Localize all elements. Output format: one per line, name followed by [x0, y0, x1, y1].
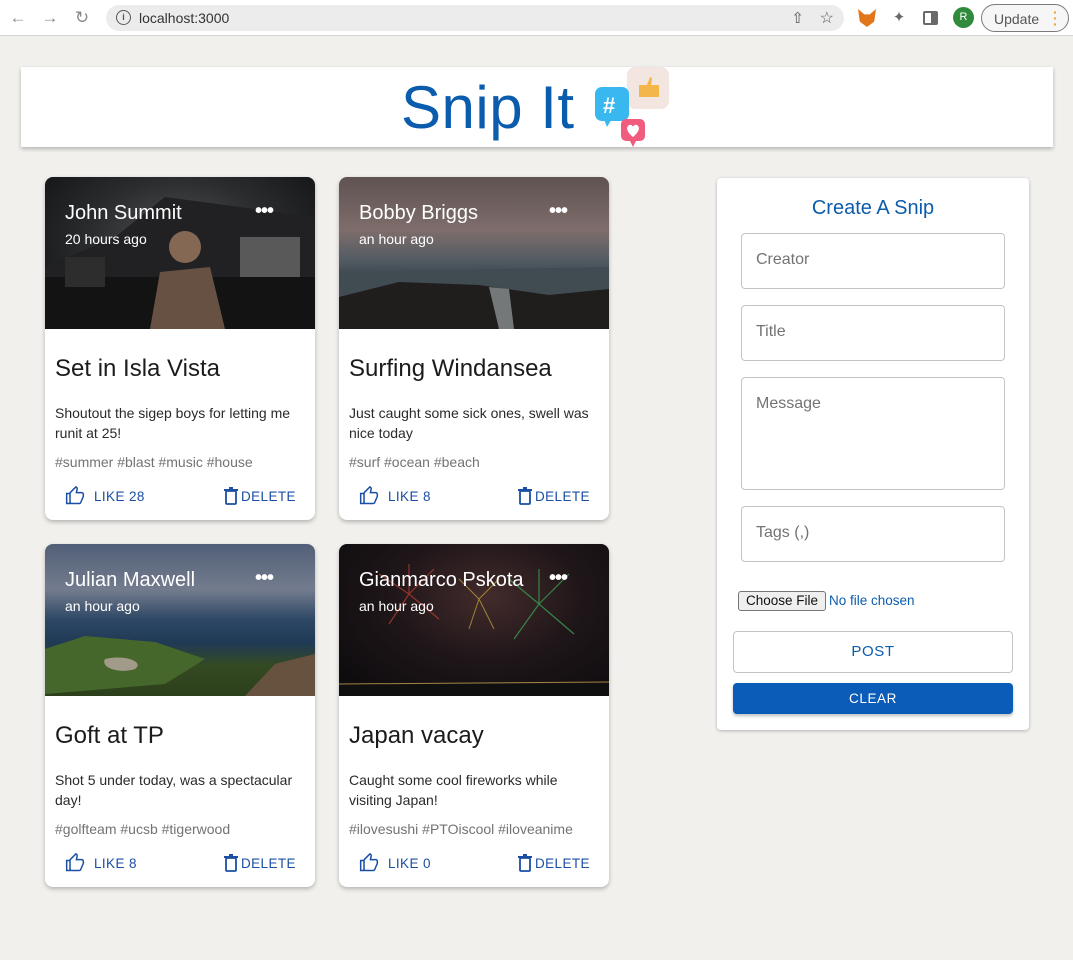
post-creator: John Summit [65, 202, 182, 224]
post-title: Surfing Windansea [349, 355, 552, 382]
trash-icon [518, 487, 532, 505]
trash-icon [518, 854, 532, 872]
form-title: Create A Snip [811, 197, 935, 219]
more-options-icon[interactable]: ••• [255, 201, 274, 221]
delete-label: DELETE [535, 856, 590, 871]
share-icon[interactable]: ⇧ [791, 9, 804, 27]
message-field[interactable]: Message [741, 377, 1005, 490]
post-tags: #golfteam #ucsb #tigerwood [55, 821, 231, 837]
tags-field[interactable]: Tags (,) [741, 506, 1005, 562]
post-time: an hour ago [359, 598, 434, 614]
post-tags: #surf #ocean #beach [349, 454, 480, 470]
message-placeholder: Message [756, 395, 821, 412]
post-image [45, 177, 315, 329]
reload-icon[interactable]: ↻ [72, 8, 92, 28]
post-creator: Julian Maxwell [65, 569, 196, 591]
creator-placeholder: Creator [756, 251, 810, 268]
thumb-up-icon [359, 486, 379, 505]
coast-scene-graphic [339, 267, 609, 329]
post-card: Julian Maxwell an hour ago ••• Goft at T… [45, 544, 315, 887]
thumb-up-icon [65, 853, 85, 872]
post-image [45, 544, 315, 696]
post-title: Goft at TP [55, 722, 164, 749]
app-title: Snip It [401, 74, 575, 141]
post-message: Just caught some sick ones, swell was ni… [349, 405, 589, 441]
post-card: John Summit 20 hours ago ••• Set in Isla… [45, 177, 315, 520]
post-button[interactable]: POST [733, 631, 1013, 673]
post-creator: Gianmarco Pskota [359, 569, 524, 591]
post-message: Shot 5 under today, was a spectacular da… [55, 772, 293, 808]
file-status: No file chosen [829, 593, 915, 608]
like-label: LIKE 28 [94, 489, 145, 504]
post-image [339, 544, 609, 696]
creator-field[interactable]: Creator [741, 233, 1005, 289]
profile-avatar[interactable]: R [953, 7, 974, 28]
browser-toolbar: ← → ↻ i localhost:3000 ⇧ ☆ ✦ R Update · ·… [0, 0, 1073, 36]
delete-label: DELETE [241, 489, 296, 504]
info-icon[interactable]: i [116, 10, 131, 25]
title-placeholder: Title [756, 323, 786, 340]
fireworks-graphic [339, 564, 609, 696]
post-message: Caught some cool fireworks while visitin… [349, 772, 558, 808]
more-options-icon[interactable]: ••• [549, 201, 568, 221]
side-panel-icon[interactable] [923, 11, 938, 25]
choose-file-button[interactable]: Choose File [738, 591, 826, 611]
clear-button[interactable]: CLEAR [733, 683, 1013, 714]
extensions-puzzle-icon[interactable]: ✦ [890, 9, 908, 27]
delete-label: DELETE [535, 489, 590, 504]
post-card: Bobby Briggs an hour ago ••• Surfing Win… [339, 177, 609, 520]
forward-arrow-icon[interactable]: → [40, 8, 60, 28]
kebab-menu-icon: · · · [1053, 4, 1058, 32]
update-label: Update [994, 11, 1040, 27]
trash-icon [224, 854, 238, 872]
post-time: an hour ago [65, 598, 140, 614]
update-button[interactable]: Update · · · [981, 4, 1069, 32]
post-creator: Bobby Briggs [359, 202, 478, 224]
dj-scene-graphic [45, 197, 315, 329]
social-bubbles-logo-icon: # [595, 67, 669, 147]
post-card: Gianmarco Pskota an hour ago ••• Japan v… [339, 544, 609, 887]
post-time: 20 hours ago [65, 231, 147, 247]
like-label: LIKE 8 [388, 489, 431, 504]
app-header: Snip It # [21, 67, 1053, 147]
thumb-up-icon [65, 486, 85, 505]
post-title: Japan vacay [349, 722, 484, 749]
thumb-up-icon [359, 853, 379, 872]
bookmark-star-icon[interactable]: ☆ [820, 8, 834, 28]
trash-icon [224, 487, 238, 505]
address-bar[interactable]: i localhost:3000 ⇧ ☆ [106, 5, 844, 31]
golf-course-graphic [45, 636, 315, 696]
address-url[interactable]: localhost:3000 [139, 10, 229, 26]
more-options-icon[interactable]: ••• [549, 568, 568, 588]
post-message: Shoutout the sigep boys for letting me r… [55, 405, 291, 441]
post-tags: #ilovesushi #PTOiscool #iloveanime [349, 821, 573, 837]
metamask-fox-icon[interactable] [858, 9, 876, 27]
more-options-icon[interactable]: ••• [255, 568, 274, 588]
like-label: LIKE 8 [94, 856, 137, 871]
delete-label: DELETE [241, 856, 296, 871]
post-tags: #summer #blast #music #house [55, 454, 253, 470]
svg-text:#: # [603, 93, 615, 118]
post-image [339, 177, 609, 329]
title-field[interactable]: Title [741, 305, 1005, 361]
back-arrow-icon[interactable]: ← [8, 8, 28, 28]
create-snip-form: Create A Snip Creator Title Message Tags… [717, 178, 1029, 730]
post-time: an hour ago [359, 231, 434, 247]
tags-placeholder: Tags (,) [756, 524, 810, 541]
post-title: Set in Isla Vista [55, 355, 220, 382]
like-label: LIKE 0 [388, 856, 431, 871]
